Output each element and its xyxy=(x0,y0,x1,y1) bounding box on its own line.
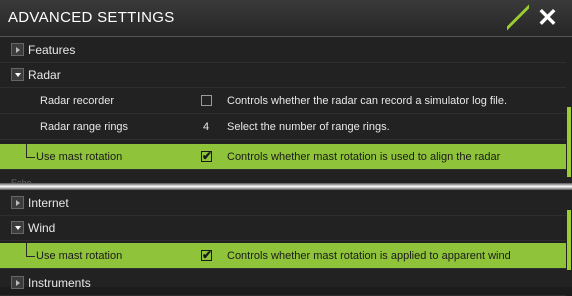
setting-radar-mast-rotation[interactable]: Use mast rotation ✔ Controls whether mas… xyxy=(0,144,566,170)
mast-rotation-checkbox[interactable]: ✔ xyxy=(201,149,213,163)
group-wind[interactable]: Wind xyxy=(0,215,566,241)
collapse-icon[interactable] xyxy=(11,68,24,81)
range-rings-value[interactable]: 4 xyxy=(203,121,209,133)
close-separator xyxy=(507,0,529,36)
tree-connector xyxy=(26,243,35,257)
setting-label: Radar range rings xyxy=(40,121,129,133)
group-radar[interactable]: Radar xyxy=(0,62,566,88)
setting-label: Use mast rotation xyxy=(36,151,123,163)
setting-description: Controls whether mast rotation is applie… xyxy=(227,250,511,262)
split-divider xyxy=(0,183,572,190)
setting-wind-mast-rotation[interactable]: Use mast rotation ✔ Controls whether mas… xyxy=(0,243,566,269)
expand-icon[interactable] xyxy=(11,196,24,209)
group-internet[interactable]: Internet xyxy=(0,190,566,216)
setting-description: Controls whether the radar can record a … xyxy=(227,95,508,107)
group-instruments[interactable]: Instruments xyxy=(0,270,566,296)
page-title: ADVANCED SETTINGS xyxy=(8,9,175,26)
radar-recorder-checkbox[interactable] xyxy=(201,95,212,106)
expand-icon[interactable] xyxy=(11,276,24,289)
scrollbar-lower[interactable] xyxy=(567,210,571,270)
tree-connector xyxy=(26,144,35,158)
setting-label: Radar recorder xyxy=(40,95,114,107)
setting-label: Use mast rotation xyxy=(36,250,123,262)
title-bar: ADVANCED SETTINGS ✕ xyxy=(0,0,572,37)
collapse-icon[interactable] xyxy=(11,221,24,234)
checkmark-icon: ✔ xyxy=(202,149,213,163)
expand-icon[interactable] xyxy=(11,43,24,56)
close-icon[interactable]: ✕ xyxy=(537,4,558,32)
group-label: Radar xyxy=(28,68,61,82)
group-label: Internet xyxy=(28,196,69,210)
setting-radar-recorder[interactable]: Radar recorder Controls whether the rada… xyxy=(0,88,566,114)
settings-panel-upper: Features Radar Radar recorder Controls w… xyxy=(0,37,572,183)
setting-range-rings[interactable]: Radar range rings 4 Select the number of… xyxy=(0,114,566,140)
group-label: Instruments xyxy=(28,276,91,290)
scrollbar-upper[interactable] xyxy=(567,107,571,177)
group-label: Features xyxy=(28,43,76,57)
group-label: Wind xyxy=(28,221,56,235)
settings-panel-lower: Internet Wind Use mast rotation ✔ Contro… xyxy=(0,190,572,296)
setting-description: Select the number of range rings. xyxy=(227,121,390,133)
close-button[interactable]: ✕ xyxy=(502,0,572,36)
group-features[interactable]: Features xyxy=(0,37,566,63)
checkmark-icon: ✔ xyxy=(202,248,213,262)
wind-mast-rotation-checkbox[interactable]: ✔ xyxy=(201,248,213,262)
setting-description: Controls whether mast rotation is used t… xyxy=(227,151,501,163)
